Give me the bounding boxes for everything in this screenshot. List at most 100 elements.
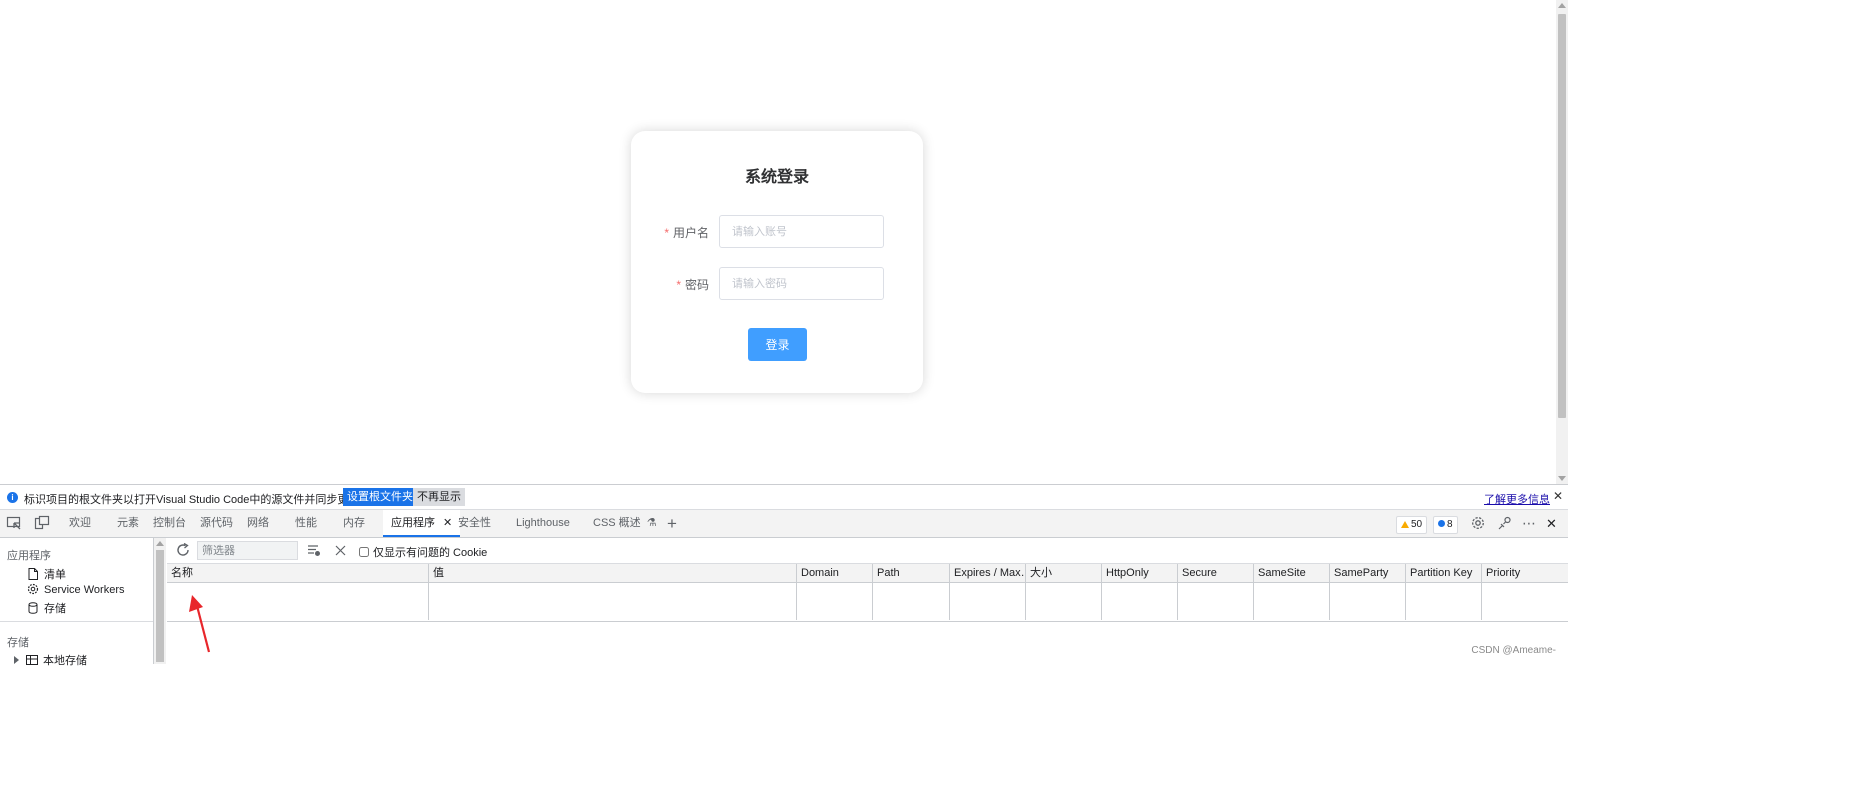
filter-input[interactable] [197,541,298,560]
gear-icon [27,583,39,595]
inspect-element-icon[interactable] [6,515,22,531]
tab-performance[interactable]: 性能 [295,510,317,537]
column-header-secure[interactable]: Secure [1178,564,1254,582]
column-header-priority[interactable]: Priority [1482,564,1568,582]
username-input[interactable] [719,215,884,248]
tab-sources[interactable]: 源代码 [200,510,233,537]
sidebar-item-label: 存储 [44,603,66,615]
only-issues-checkbox-row[interactable]: 仅显示有问题的 Cookie [359,544,487,560]
tab-css-overview-label: CSS 概述 [593,517,641,529]
sidebar-item-label: Service Workers [44,584,125,596]
messages-count: 8 [1447,519,1453,530]
database-icon [28,602,38,614]
sidebar-item-storage[interactable]: 存储 [27,600,66,615]
column-header-domain[interactable]: Domain [797,564,873,582]
messages-badge[interactable]: 8 [1433,516,1458,534]
sidebar-item-local-storage[interactable]: 本地存储 [14,652,87,667]
page-scrollbar[interactable] [1556,0,1568,484]
expand-triangle-icon[interactable] [14,656,19,664]
sidebar-item-manifest[interactable]: 清单 [27,566,66,581]
settings-gear-icon[interactable] [1470,515,1486,531]
column-header-expires[interactable]: Expires / Max… [950,564,1026,582]
sidebar-section-storage: 存储 [7,637,29,649]
info-icon: i [7,492,18,503]
sidebar-scrollbar[interactable] [154,538,166,664]
column-header-sameparty[interactable]: SameParty [1330,564,1406,582]
document-icon [28,568,38,580]
column-divider [796,583,797,620]
login-button[interactable]: 登录 [748,328,807,361]
column-divider [1101,583,1102,620]
login-card: 系统登录 *用户名 *密码 登录 [631,131,923,393]
column-header-name[interactable]: 名称 [167,564,429,582]
column-divider [1405,583,1406,620]
column-divider [1177,583,1178,620]
column-header-path[interactable]: Path [873,564,950,582]
column-divider [1329,583,1330,620]
infobar-message: 标识项目的根文件夹以打开Visual Studio Code中的源文件并同步更改… [24,494,371,506]
devtools-panel: i 标识项目的根文件夹以打开Visual Studio Code中的源文件并同步… [0,484,1568,667]
scroll-up-icon[interactable] [156,541,164,546]
sidebar-item-label: 本地存储 [43,655,87,667]
scrollbar-thumb[interactable] [1558,14,1566,418]
column-divider [1025,583,1026,620]
column-header-partition-key[interactable]: Partition Key [1406,564,1482,582]
clear-filtered-cookies-icon[interactable] [307,544,321,557]
set-root-folder-button[interactable]: 设置根文件夹 [343,488,417,506]
warnings-badge[interactable]: 50 [1396,516,1428,534]
connect-icon[interactable] [1497,515,1513,531]
sidebar-item-label: 清单 [44,569,66,581]
tab-application[interactable]: 应用程序 ✕ [383,510,461,537]
password-label: * 密码 [676,276,709,293]
column-header-samesite[interactable]: SameSite [1254,564,1330,582]
watermark: CSDN @Ameame- [1471,645,1556,656]
tab-lighthouse[interactable]: Lighthouse [516,510,570,537]
column-header-value[interactable]: 值 [429,564,797,582]
sidebar-divider [0,621,153,622]
close-devtools-icon[interactable]: ✕ [1546,510,1557,537]
tab-elements[interactable]: 元素 [117,510,139,537]
username-row: * 用户名 [631,215,923,249]
dont-show-again-button[interactable]: 不再显示 [413,488,465,506]
add-tab-icon[interactable]: + [667,510,677,537]
column-divider [428,583,429,620]
username-label: * 用户名 [664,224,709,241]
column-divider [872,583,873,620]
grid-icon [26,655,38,665]
column-divider [1253,583,1254,620]
page-viewport: 系统登录 *用户名 *密码 登录 [0,0,1568,484]
more-options-icon[interactable]: ⋯ [1522,510,1536,537]
only-issues-label: 仅显示有问题的 Cookie [373,547,488,559]
tab-memory[interactable]: 内存 [343,510,365,537]
tab-console[interactable]: 控制台 [153,510,186,537]
column-divider [949,583,950,620]
tab-application-label: 应用程序 [391,517,435,529]
clear-all-icon[interactable] [335,545,346,556]
tab-network[interactable]: 网络 [247,510,269,537]
sidebar-section-application: 应用程序 [7,550,51,562]
refresh-icon[interactable] [175,542,191,558]
annotation-arrow-icon [189,595,211,653]
learn-more-link[interactable]: 了解更多信息 [1484,491,1550,507]
column-header-size[interactable]: 大小 [1026,564,1102,582]
sidebar-item-service-workers[interactable]: Service Workers [27,583,124,598]
scrollbar-thumb[interactable] [156,550,164,662]
column-header-httponly[interactable]: HttpOnly [1102,564,1178,582]
device-toolbar-icon[interactable] [34,515,50,531]
tab-welcome[interactable]: 欢迎 [69,510,91,537]
message-icon [1438,520,1445,527]
scroll-down-icon[interactable] [1558,476,1566,481]
password-input[interactable] [719,267,884,300]
infobar-close-icon[interactable]: ✕ [1553,489,1563,503]
password-label-text: 密码 [684,278,709,292]
infobar: i 标识项目的根文件夹以打开Visual Studio Code中的源文件并同步… [0,485,1568,510]
flask-icon: ⚗ [646,517,657,529]
required-mark: * [664,226,669,240]
tab-security[interactable]: 安全性 [458,510,491,537]
scroll-up-icon[interactable] [1558,3,1566,8]
tab-close-icon[interactable]: ✕ [443,517,452,529]
only-issues-checkbox[interactable] [359,547,369,557]
login-title: 系统登录 [744,169,809,186]
tab-css-overview[interactable]: CSS 概述 ⚗ [593,510,657,537]
column-divider [1481,583,1482,620]
